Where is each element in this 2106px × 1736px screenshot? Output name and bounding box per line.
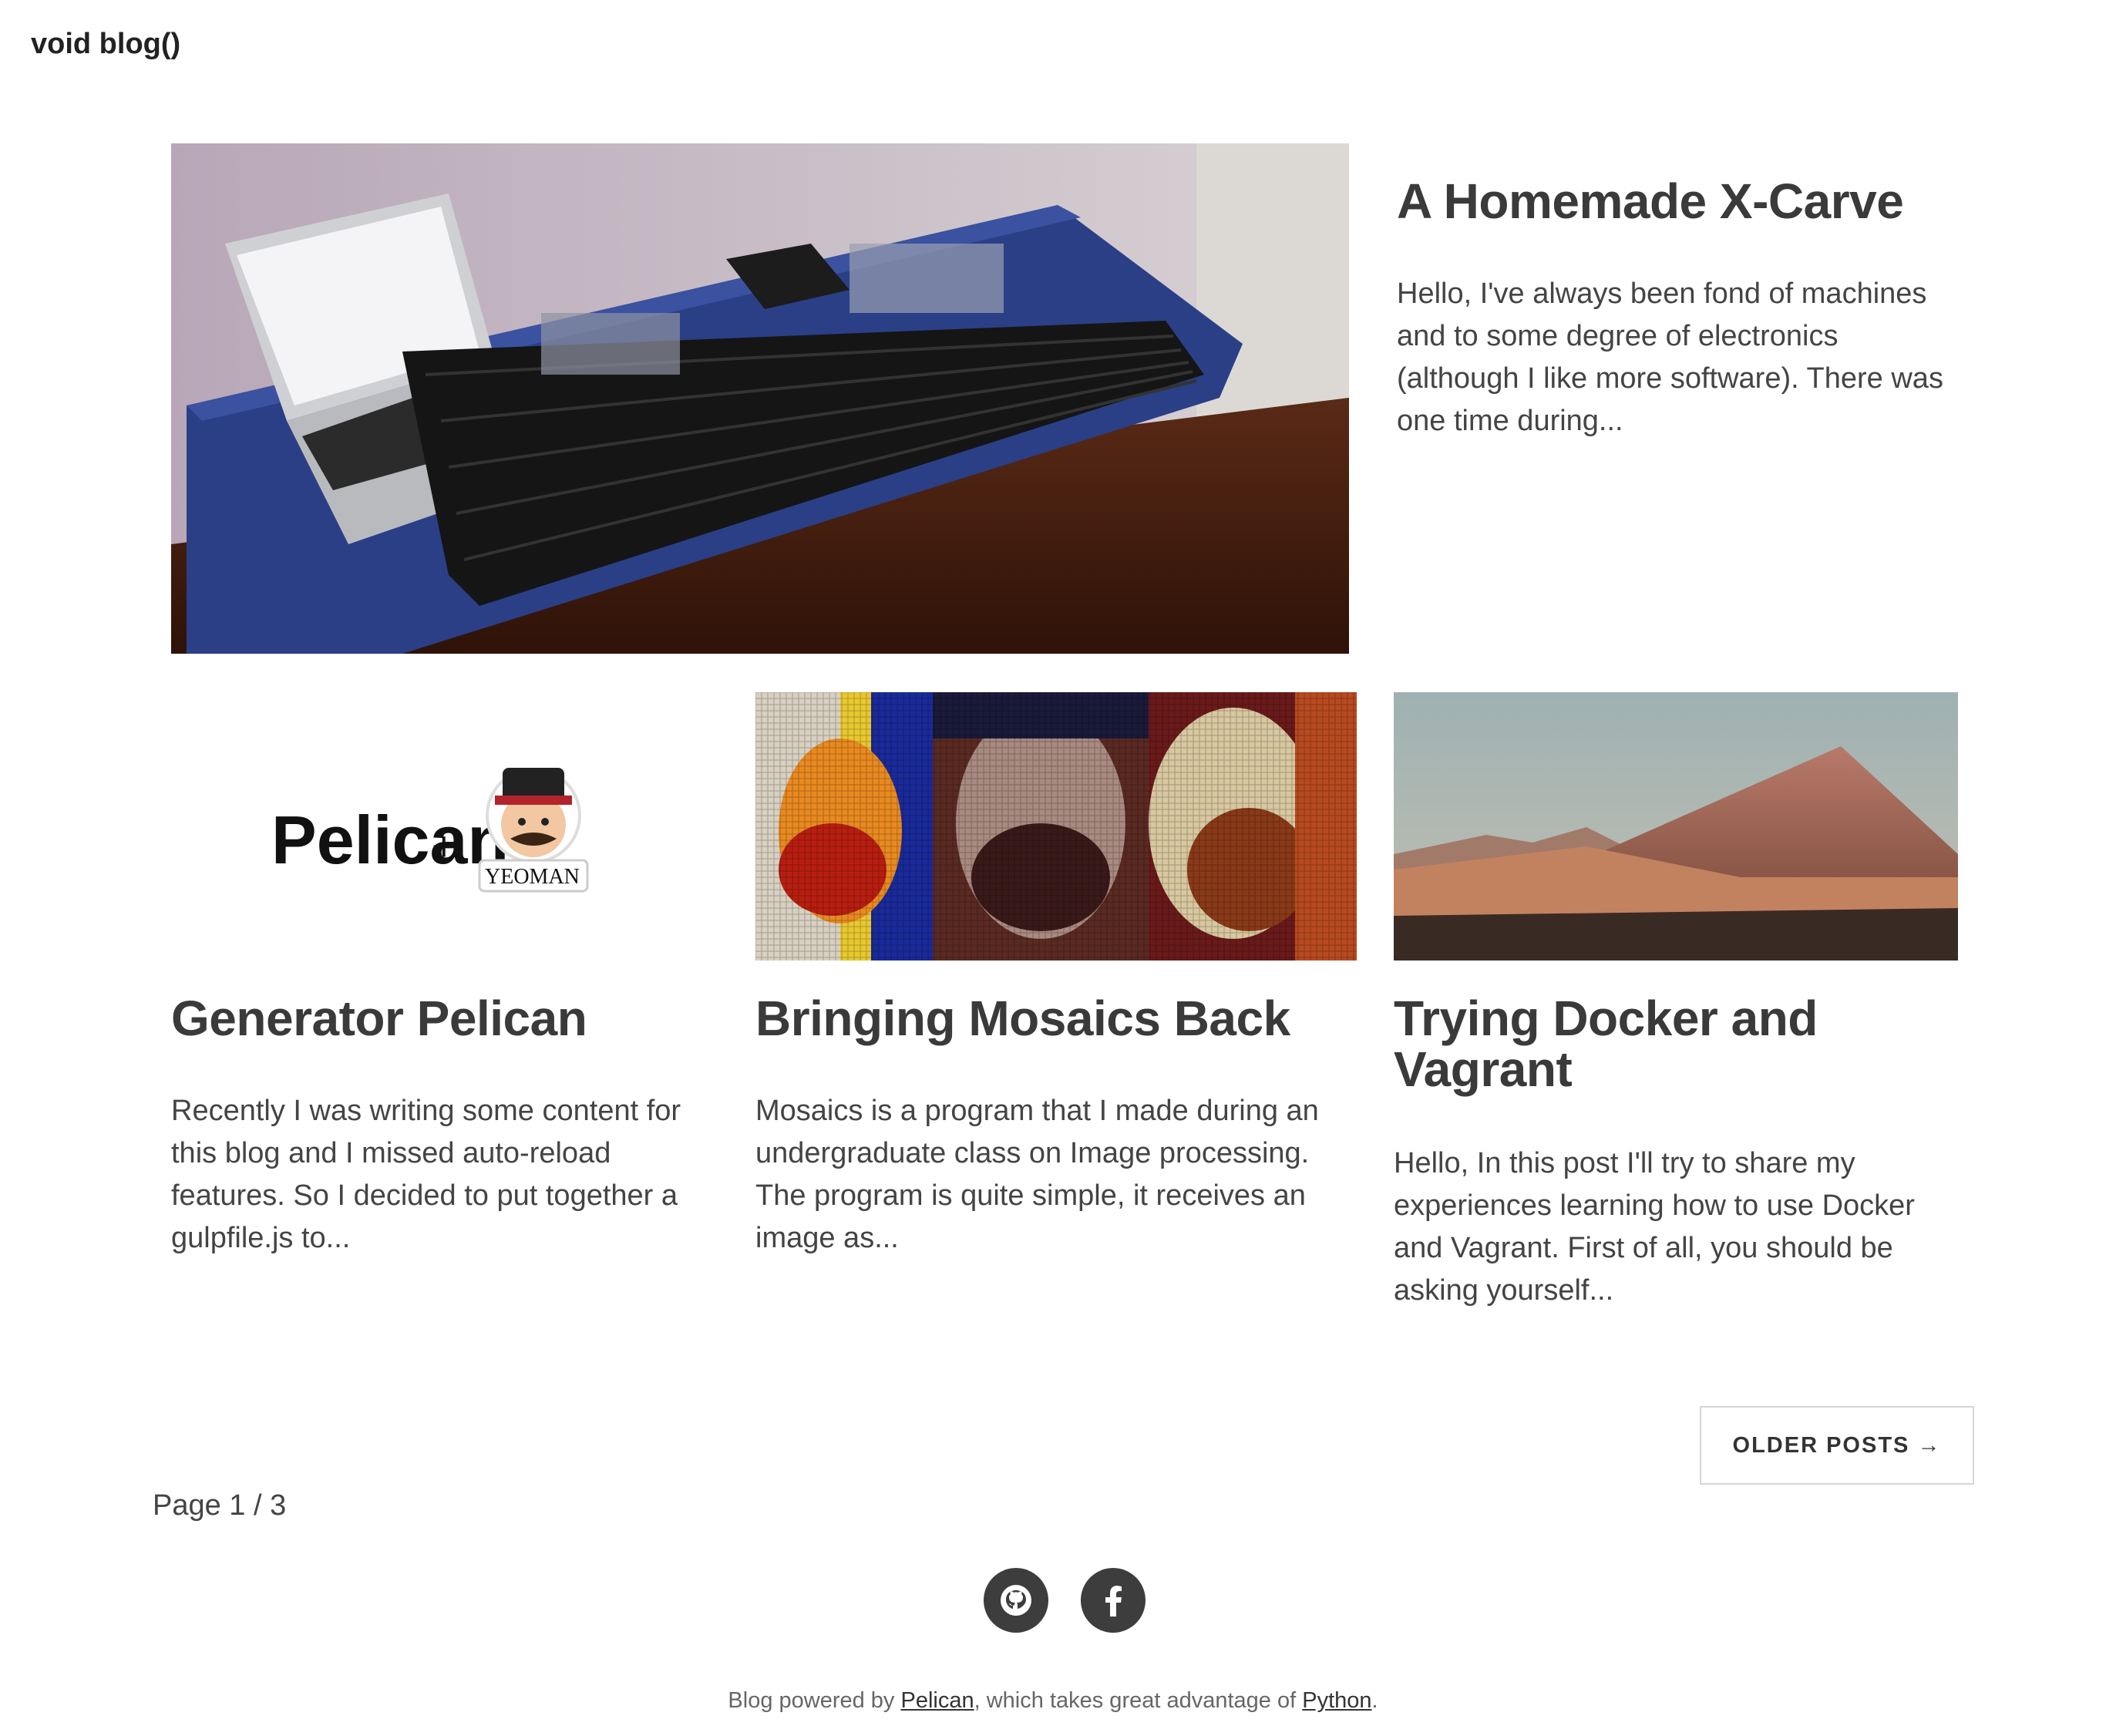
post-excerpt-docker: Hello, In this post I'll try to share my… — [1394, 1147, 1915, 1307]
footer: Blog powered by Pelican, which takes gre… — [0, 1688, 2106, 1714]
footer-prefix: Blog powered by — [728, 1688, 901, 1713]
footer-suffix: . — [1371, 1688, 1378, 1713]
footer-link-pelican[interactable]: Pelican — [901, 1688, 974, 1713]
facebook-icon[interactable] — [1081, 1568, 1146, 1633]
post-thumbnail-docker[interactable] — [1394, 692, 1958, 961]
pelican-logo-text: Pelican — [271, 802, 509, 878]
post-excerpt-xcarve: Hello, I've always been fond of machines… — [1397, 278, 1943, 437]
older-posts-button[interactable]: OLDER POSTS → — [1700, 1406, 1974, 1485]
post-title-docker[interactable]: Trying Docker and Vagrant — [1394, 993, 1980, 1095]
post-title-pelican[interactable]: Generator Pelican — [171, 993, 726, 1044]
page-indicator: Page 1 / 3 — [153, 1489, 287, 1522]
footer-link-python[interactable]: Python — [1302, 1688, 1371, 1713]
site-title[interactable]: void blog() — [31, 28, 180, 61]
post-thumbnail-pelican[interactable]: Pelican + YEOMAN — [171, 692, 715, 961]
footer-middle: , which takes great advantage of — [974, 1688, 1303, 1713]
post-title-xcarve[interactable]: A Homemade X-Carve — [1397, 176, 1983, 227]
post-thumbnail-mosaics[interactable] — [755, 692, 1357, 961]
post-excerpt-mosaics: Mosaics is a program that I made during … — [755, 1095, 1319, 1254]
post-title-mosaics[interactable]: Bringing Mosaics Back — [755, 993, 1372, 1044]
yeoman-logo-text: YEOMAN — [485, 865, 580, 889]
github-icon[interactable] — [984, 1568, 1048, 1633]
post-thumbnail-xcarve[interactable] — [171, 143, 1349, 654]
post-excerpt-pelican: Recently I was writing some content for … — [171, 1095, 681, 1254]
plus-sign: + — [432, 823, 456, 870]
